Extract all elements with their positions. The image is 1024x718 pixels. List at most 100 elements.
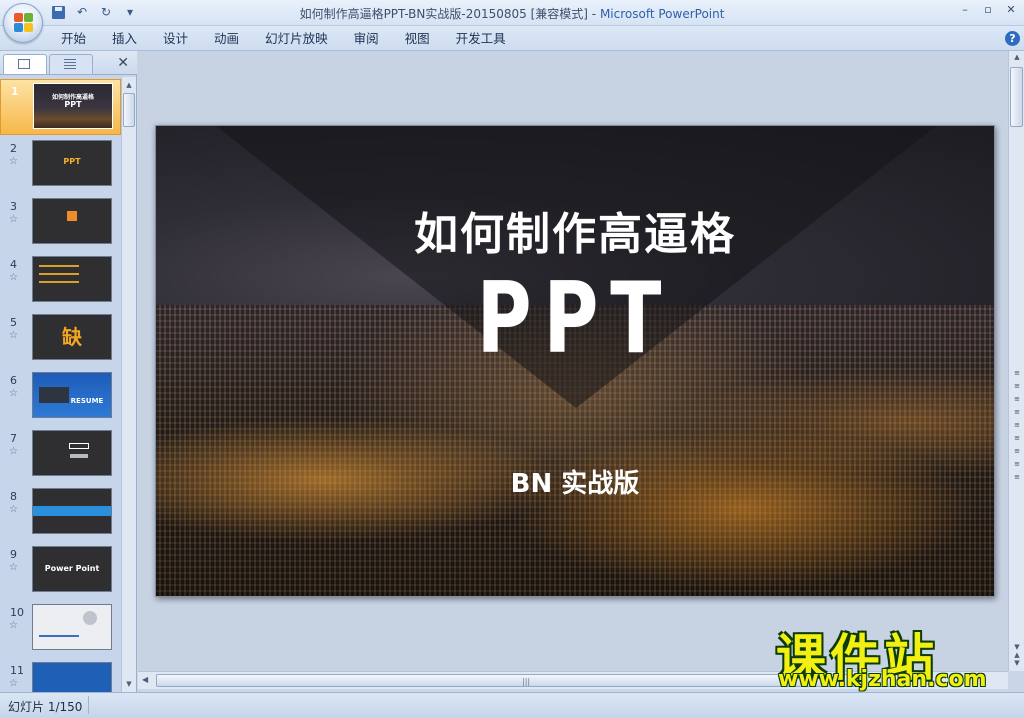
office-logo-icon	[14, 13, 34, 33]
scroll-grip-icon: |||	[522, 677, 531, 686]
slide-thumbnail-7[interactable]: 7 ☆	[0, 427, 121, 483]
animation-star-icon: ☆	[9, 504, 18, 515]
slide-subtitle[interactable]: BN 实战版	[156, 463, 994, 500]
slide-thumbnail-8[interactable]: 8 ☆	[0, 485, 121, 541]
thumbnail-image: 如何制作高逼格 PPT	[33, 83, 113, 129]
thumbnail-number: 11	[10, 664, 24, 677]
animation-star-icon: ☆	[9, 388, 18, 399]
tab-view[interactable]: 视图	[392, 30, 443, 48]
thumbnail-image	[32, 488, 112, 534]
thumbnail-number: 2	[10, 142, 17, 155]
title-bar: ↶ ↻ ▾ 如何制作高逼格PPT-BN实战版-20150805 [兼容模式] -…	[0, 0, 1024, 26]
restore-button[interactable]: ▫	[981, 3, 995, 17]
vertical-scrollbar[interactable]: ▲ ≡ ≡ ≡ ≡ ≡ ≡ ≡ ≡ ≡ ▼ ▲ ▼	[1008, 51, 1024, 671]
thumbnail-image	[32, 662, 112, 692]
tab-home[interactable]: 开始	[48, 30, 99, 48]
thumbnail-text: PPT	[63, 157, 81, 166]
app-name: Microsoft PowerPoint	[599, 7, 725, 21]
slide-thumbnail-10[interactable]: 10 ☆	[0, 601, 121, 657]
slide-indicator: 幻灯片 1/150	[8, 700, 83, 714]
status-bar: 幻灯片 1/150	[0, 692, 1024, 718]
scroll-down-icon[interactable]: ▼	[123, 678, 135, 690]
slide-thumbnail-1[interactable]: 1 如何制作高逼格 PPT	[0, 79, 121, 135]
thumbnail-logo-icon	[67, 211, 77, 221]
tab-review[interactable]: 审阅	[341, 30, 392, 48]
current-slide[interactable]: 如何制作高逼格 PPT BN 实战版	[155, 125, 995, 597]
scroll-left-icon[interactable]: ◀	[142, 675, 148, 684]
slides-panel: ✕ 1 如何制作高逼格 PPT 2 ☆ PPT 3 ☆ 4 ☆ 5 ☆ 缺 6 …	[0, 51, 137, 692]
thumbnail-text: 缺	[62, 325, 82, 349]
slide-thumbnail-6[interactable]: 6 ☆ RESUME	[0, 369, 121, 425]
thumbnail-diagram	[69, 443, 89, 449]
close-panel-icon[interactable]: ✕	[117, 55, 129, 71]
slide-editor: 如何制作高逼格 PPT BN 实战版	[138, 51, 1008, 671]
animation-star-icon: ☆	[9, 330, 18, 341]
thumbnail-image: Power Point	[32, 546, 112, 592]
close-button[interactable]: ✕	[1004, 3, 1018, 17]
scroll-down-icons[interactable]: ▼ ▲ ▼	[1011, 643, 1023, 667]
slide-thumbnail-2[interactable]: 2 ☆ PPT	[0, 137, 121, 193]
thumbnail-figure-icon	[83, 611, 97, 625]
slide-thumbnails: 1 如何制作高逼格 PPT 2 ☆ PPT 3 ☆ 4 ☆ 5 ☆ 缺 6 ☆ …	[0, 77, 121, 692]
animation-star-icon: ☆	[9, 562, 18, 573]
slide-thumbnail-5[interactable]: 5 ☆ 缺	[0, 311, 121, 367]
thumbnail-text: RESUME	[70, 397, 104, 405]
thumbnail-lines	[39, 265, 79, 267]
thumbnail-image: PPT	[32, 140, 112, 186]
thumbnail-number: 1	[11, 85, 19, 98]
thumbnail-text: PPT	[64, 100, 82, 109]
document-title: 如何制作高逼格PPT-BN实战版-20150805 [兼容模式]	[299, 7, 588, 21]
thumbnail-number: 10	[10, 606, 24, 619]
title-separator: -	[587, 7, 600, 21]
ribbon: 开始 插入 设计 动画 幻灯片放映 审阅 视图 开发工具 ?	[0, 26, 1024, 51]
tab-animations[interactable]: 动画	[201, 30, 252, 48]
scroll-up-icon[interactable]: ▲	[123, 79, 135, 91]
slide-thumbnail-9[interactable]: 9 ☆ Power Point	[0, 543, 121, 599]
watermark-url: www.kjzhan.com	[778, 667, 987, 692]
animation-star-icon: ☆	[9, 678, 18, 689]
window-title: 如何制作高逼格PPT-BN实战版-20150805 [兼容模式] - Micro…	[0, 5, 1024, 22]
tab-design[interactable]: 设计	[150, 30, 201, 48]
thumbnail-text: Power Point	[44, 564, 100, 573]
thumbnail-number: 7	[10, 432, 17, 445]
thumbnail-number: 6	[10, 374, 17, 387]
tab-insert[interactable]: 插入	[99, 30, 150, 48]
thumbnail-number: 9	[10, 548, 17, 561]
thumbnail-image: RESUME	[32, 372, 112, 418]
thumbnail-number: 3	[10, 200, 17, 213]
thumbnail-image	[32, 430, 112, 476]
slides-icon	[18, 59, 30, 69]
animation-star-icon: ☆	[9, 446, 18, 457]
tab-slides[interactable]	[3, 54, 47, 74]
office-button[interactable]	[3, 3, 43, 43]
animation-star-icon: ☆	[9, 156, 18, 167]
scroll-thumb[interactable]	[1010, 67, 1023, 127]
tab-slideshow[interactable]: 幻灯片放映	[252, 30, 341, 48]
slide-title[interactable]: 如何制作高逼格	[156, 198, 994, 262]
status-divider	[88, 696, 89, 714]
slide-big-text[interactable]: PPT	[219, 262, 931, 376]
panel-scrollbar[interactable]: ▲ ▼	[121, 77, 136, 692]
panel-tabs: ✕	[0, 51, 137, 75]
thumbnail-band	[33, 506, 111, 516]
slide-thumbnail-3[interactable]: 3 ☆	[0, 195, 121, 251]
outline-icon	[64, 59, 76, 69]
thumbnail-image	[32, 604, 112, 650]
slide-thumbnail-4[interactable]: 4 ☆	[0, 253, 121, 309]
scroll-up-icon[interactable]: ▲	[1011, 53, 1023, 65]
tab-outline[interactable]	[49, 54, 93, 74]
tab-developer[interactable]: 开发工具	[443, 30, 519, 48]
scroll-thumb[interactable]	[123, 93, 135, 127]
thumbnail-line	[39, 635, 79, 637]
slide-thumbnail-11[interactable]: 11 ☆	[0, 659, 121, 692]
minimize-button[interactable]: –	[958, 3, 972, 17]
thumbnail-image: 缺	[32, 314, 112, 360]
thumbnail-number: 8	[10, 490, 17, 503]
animation-star-icon: ☆	[9, 214, 18, 225]
thumbnail-number: 5	[10, 316, 17, 329]
window-controls: – ▫ ✕	[958, 3, 1018, 17]
thumbnail-image	[32, 198, 112, 244]
thumbnail-image	[32, 256, 112, 302]
help-icon[interactable]: ?	[1005, 31, 1020, 46]
animation-star-icon: ☆	[9, 620, 18, 631]
